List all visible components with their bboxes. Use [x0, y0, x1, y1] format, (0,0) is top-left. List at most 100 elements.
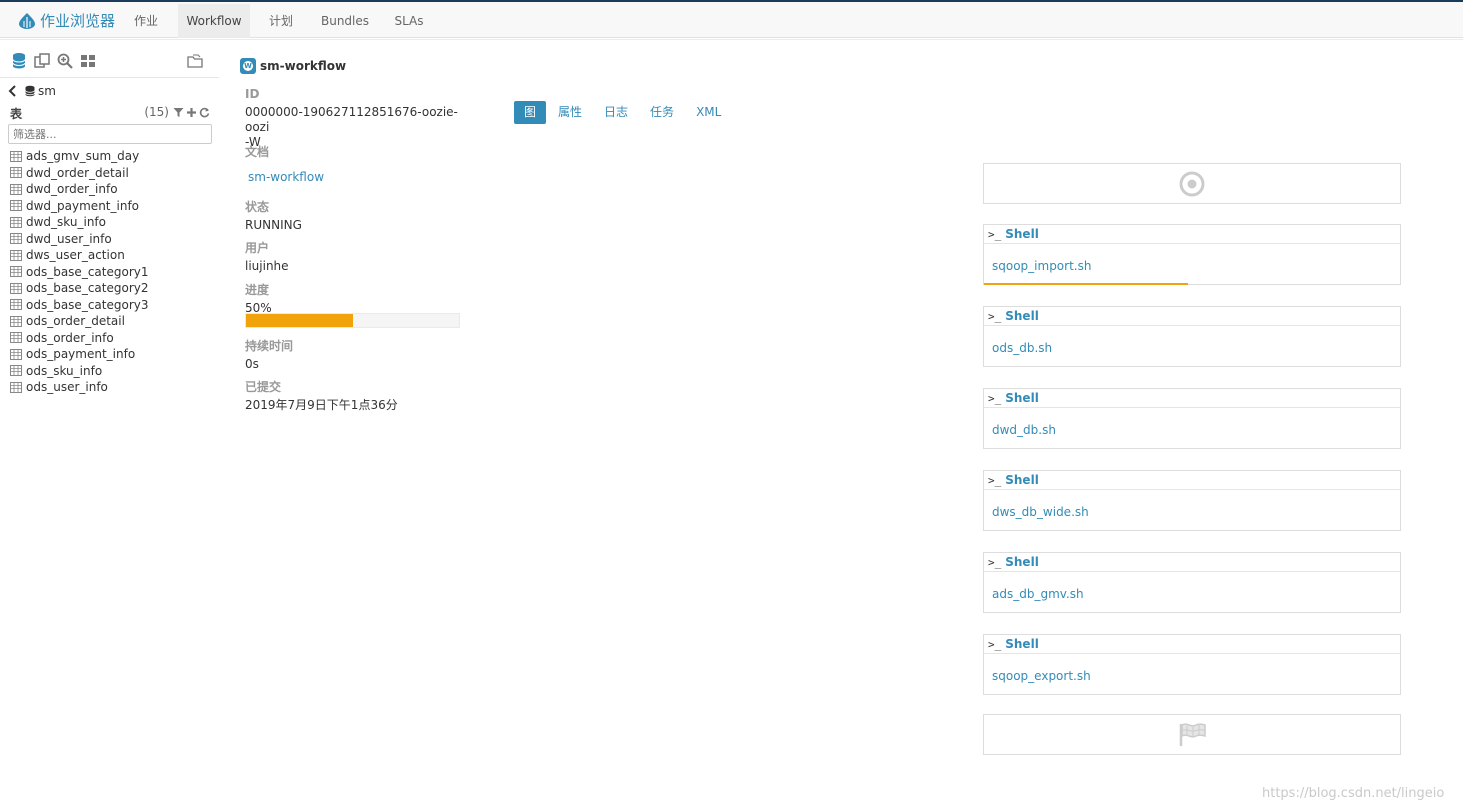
database-name: sm	[38, 84, 56, 98]
zoom-in-icon[interactable]	[56, 52, 74, 70]
refresh-icon[interactable]	[199, 107, 210, 118]
action-name-link[interactable]: sqoop_import.sh	[992, 259, 1091, 273]
table-list-item[interactable]: ads_gmv_sum_day	[10, 148, 215, 165]
terminal-icon: >_	[988, 391, 1002, 405]
table-filter-input[interactable]	[8, 124, 212, 144]
table-list-item[interactable]: ods_sku_info	[10, 363, 215, 380]
action-node[interactable]: >_ Shell dwd_db.sh	[983, 388, 1401, 449]
table-icon	[10, 183, 22, 195]
table-icon	[10, 216, 22, 228]
action-header: >_ Shell	[984, 225, 1400, 244]
action-type: Shell	[1005, 227, 1039, 241]
copy-icon[interactable]	[33, 52, 51, 70]
plus-icon[interactable]	[186, 107, 197, 118]
doc-link[interactable]: sm-workflow	[248, 170, 465, 185]
tab-log[interactable]: 日志	[594, 101, 638, 124]
progress-bar	[245, 313, 460, 328]
action-node[interactable]: >_ Shell sqoop_import.sh	[983, 224, 1401, 285]
tables-header: 表 (15)	[10, 105, 210, 121]
table-list-item[interactable]: dws_user_action	[10, 247, 215, 264]
table-list-item[interactable]: ods_order_detail	[10, 313, 215, 330]
table-list-item[interactable]: ods_user_info	[10, 379, 215, 396]
action-header: >_ Shell	[984, 635, 1400, 654]
table-icon	[10, 299, 22, 311]
navbar: 作业浏览器 作业 Workflow 计划 Bundles SLAs	[0, 2, 1463, 38]
action-node[interactable]: >_ Shell ads_db_gmv.sh	[983, 552, 1401, 613]
table-list-item[interactable]: dwd_order_detail	[10, 165, 215, 182]
action-name-link[interactable]: ods_db.sh	[992, 341, 1052, 355]
table-icon	[10, 167, 22, 179]
action-name-link[interactable]: sqoop_export.sh	[992, 669, 1091, 683]
table-icon	[10, 315, 22, 327]
table-icon	[10, 266, 22, 278]
nav-workflow[interactable]: Workflow	[178, 4, 250, 38]
submitted-value: 2019年7月9日下午1点36分	[245, 398, 398, 412]
table-name: ods_payment_info	[26, 347, 136, 362]
detail-tabs: 图 属性 日志 任务 XML	[514, 101, 733, 124]
action-node[interactable]: >_ Shell sqoop_export.sh	[983, 634, 1401, 695]
action-name-link[interactable]: dwd_db.sh	[992, 423, 1056, 437]
nav-slas[interactable]: SLAs	[387, 4, 431, 38]
nav-bundles[interactable]: Bundles	[313, 4, 377, 38]
tables-label: 表	[10, 107, 23, 121]
submitted-label: 已提交	[245, 380, 282, 394]
database-icon[interactable]	[10, 52, 28, 70]
table-list-item[interactable]: dwd_payment_info	[10, 198, 215, 215]
action-type: Shell	[1005, 637, 1039, 651]
folder-open-icon[interactable]	[186, 52, 204, 70]
start-target-icon	[1179, 171, 1205, 196]
action-header: >_ Shell	[984, 389, 1400, 408]
database-small-icon	[25, 85, 35, 97]
table-icon	[10, 381, 22, 393]
progress-bar-fill	[246, 314, 353, 327]
table-list-item[interactable]: ods_order_info	[10, 330, 215, 347]
action-node[interactable]: >_ Shell dws_db_wide.sh	[983, 470, 1401, 531]
tab-tasks[interactable]: 任务	[640, 101, 684, 124]
table-name: ods_order_info	[26, 330, 114, 345]
table-icon	[10, 200, 22, 212]
brand[interactable]: 作业浏览器	[18, 10, 115, 31]
nav-jobs[interactable]: 作业	[125, 4, 167, 38]
table-list-item[interactable]: ods_base_category1	[10, 264, 215, 281]
start-node	[983, 163, 1401, 204]
filter-icon[interactable]	[173, 107, 184, 118]
table-name: dwd_order_info	[26, 182, 118, 197]
table-icon	[10, 348, 22, 360]
database-breadcrumb[interactable]: sm	[8, 84, 56, 98]
terminal-icon: >_	[988, 227, 1002, 241]
table-list-item[interactable]: ods_base_category3	[10, 297, 215, 314]
table-icon	[10, 150, 22, 162]
table-icon	[10, 249, 22, 261]
tab-properties[interactable]: 属性	[548, 101, 592, 124]
action-type: Shell	[1005, 473, 1039, 487]
watermark: https://blog.csdn.net/lingeio	[1262, 786, 1445, 801]
table-icon	[10, 365, 22, 377]
table-list-item[interactable]: dwd_order_info	[10, 181, 215, 198]
chevron-left-icon[interactable]	[8, 85, 18, 97]
action-node[interactable]: >_ Shell ods_db.sh	[983, 306, 1401, 367]
nav-schedule[interactable]: 计划	[260, 4, 302, 38]
tab-xml[interactable]: XML	[686, 101, 731, 124]
terminal-icon: >_	[988, 555, 1002, 569]
grid-icon[interactable]	[79, 52, 97, 70]
table-list-item[interactable]: ods_base_category2	[10, 280, 215, 297]
table-name: dwd_payment_info	[26, 198, 140, 213]
end-flag-icon	[1179, 722, 1206, 746]
tables-count-group: (15)	[144, 105, 210, 119]
workflow-duration-field: 持续时间 0s	[245, 337, 465, 372]
id-value-line1: 0000000-190627112851676-oozie-oozi	[245, 105, 458, 134]
table-list-item[interactable]: dwd_sku_info	[10, 214, 215, 231]
workflow-title: sm-workflow	[260, 59, 347, 73]
action-name-link[interactable]: dws_db_wide.sh	[992, 505, 1089, 519]
status-value: RUNNING	[245, 218, 302, 232]
duration-label: 持续时间	[245, 339, 294, 353]
workflow-badge-icon: W	[240, 58, 256, 74]
terminal-icon: >_	[988, 637, 1002, 651]
action-name-link[interactable]: ads_db_gmv.sh	[992, 587, 1084, 601]
table-list-item[interactable]: ods_payment_info	[10, 346, 215, 363]
table-name: ods_user_info	[26, 380, 108, 395]
table-name: ods_base_category1	[26, 264, 149, 279]
workflow-user-field: 用户 liujinhe	[245, 239, 465, 274]
table-list-item[interactable]: dwd_user_info	[10, 231, 215, 248]
tab-graph[interactable]: 图	[514, 101, 547, 124]
